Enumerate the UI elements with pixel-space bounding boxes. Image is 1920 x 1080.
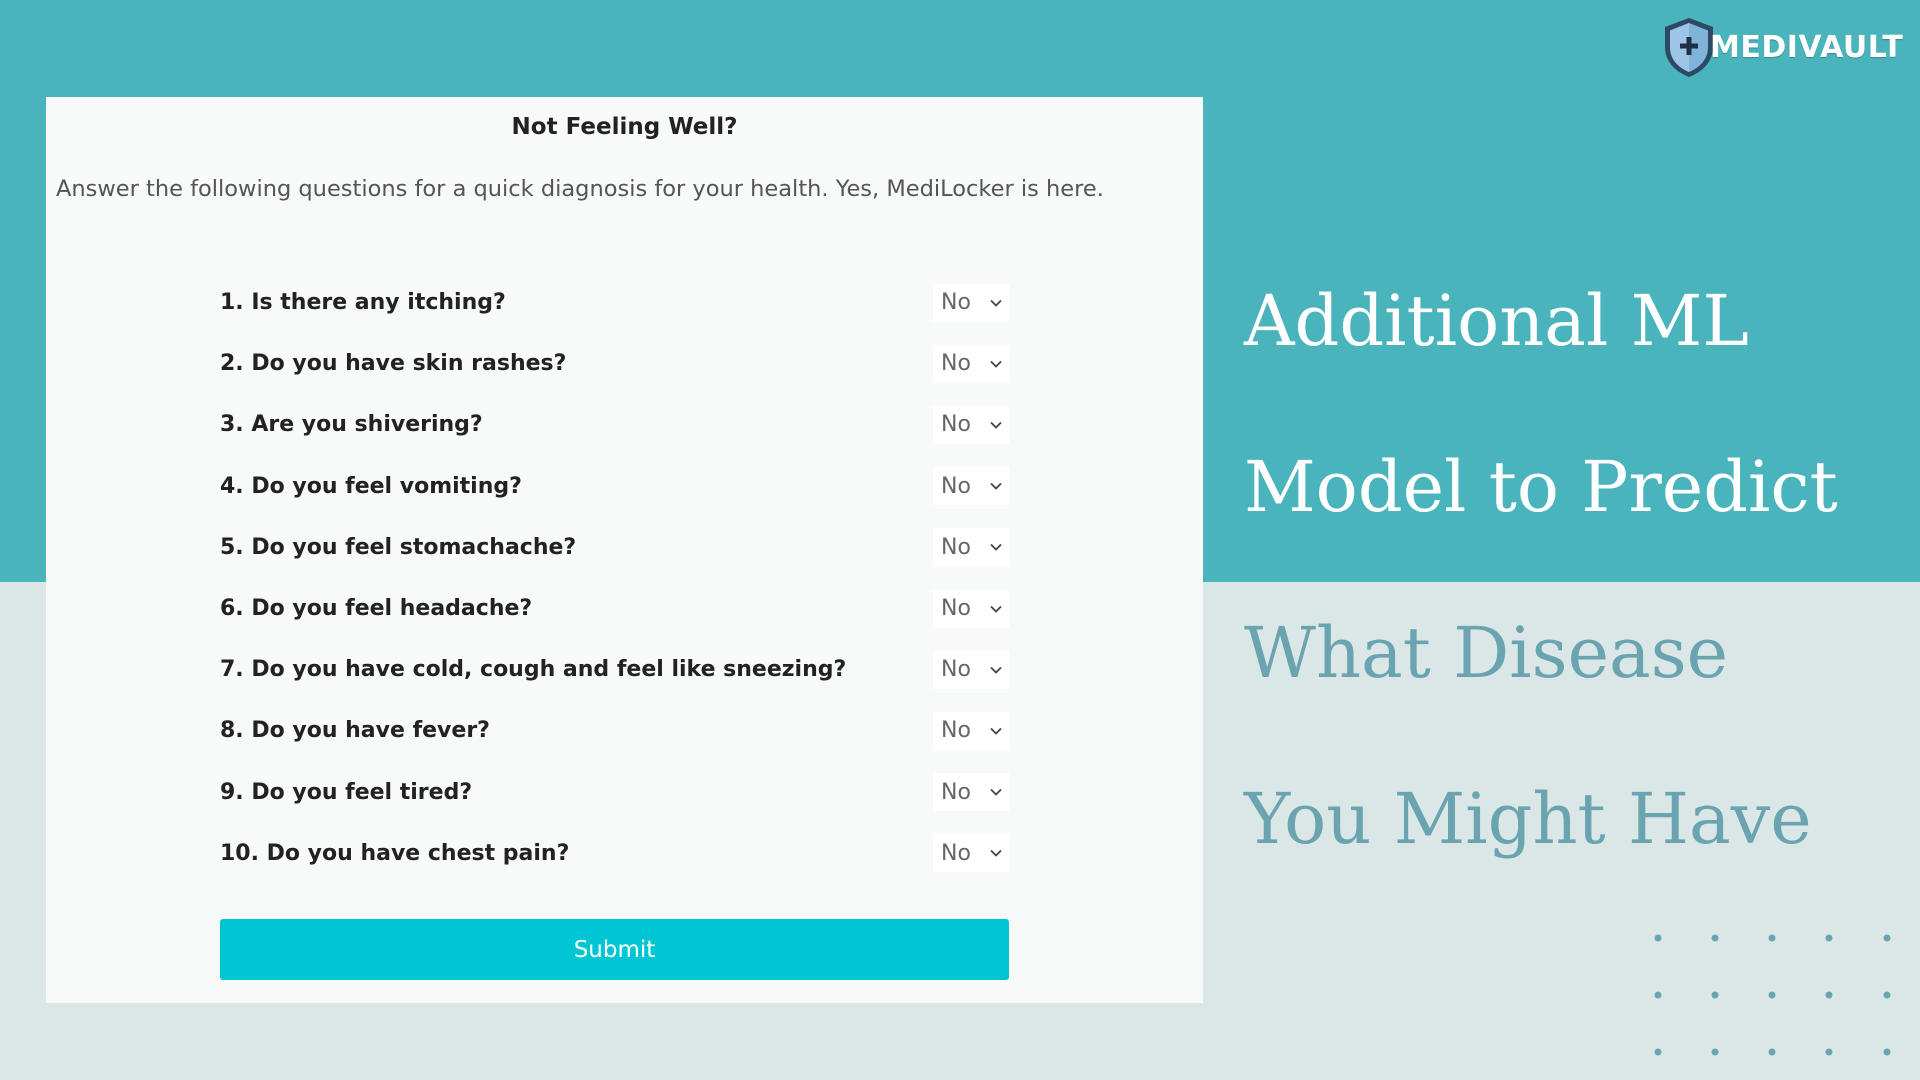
headline-line-1: Additional ML (1244, 280, 1749, 362)
question-row: 7. Do you have cold, cough and feel like… (220, 639, 1009, 700)
question-label: 10. Do you have chest pain? (220, 840, 570, 866)
decorative-dot-grid (1654, 934, 1891, 1056)
chevron-down-icon (990, 421, 1002, 429)
answer-select[interactable]: No (933, 711, 1009, 750)
answer-select-value: No (941, 412, 971, 438)
answer-select-value: No (941, 779, 971, 805)
headline-line-2: Model to Predict (1244, 446, 1838, 528)
brand-name: MEDIVAULT (1710, 29, 1904, 65)
question-row: 10. Do you have chest pain? No (220, 823, 1009, 884)
question-label: 6. Do you feel headache? (220, 596, 533, 622)
form-title: Not Feeling Well? (511, 114, 738, 140)
chevron-down-icon (990, 483, 1002, 490)
headline-line-3: What Disease (1244, 612, 1729, 694)
answer-select[interactable]: No (933, 344, 1009, 383)
chevron-down-icon (990, 666, 1002, 674)
question-label: 2. Do you have skin rashes? (220, 351, 567, 377)
chevron-down-icon (990, 299, 1002, 307)
headline-line-4: You Might Have (1244, 778, 1812, 860)
answer-select-value: No (941, 596, 971, 622)
answer-select[interactable]: No (933, 589, 1009, 628)
question-label: 7. Do you have cold, cough and feel like… (220, 657, 847, 683)
diagnosis-form-card: Not Feeling Well? Answer the following q… (46, 97, 1203, 1003)
answer-select-value: No (941, 657, 971, 683)
question-row: 4. Do you feel vomiting? No (220, 456, 1009, 517)
question-row: 2. Do you have skin rashes? No (220, 333, 1009, 394)
question-row: 5. Do you feel stomachache? No (220, 517, 1009, 578)
brand-logo: MEDIVAULT (1660, 14, 1903, 80)
answer-select-value: No (941, 351, 971, 377)
form-subtitle: Answer the following questions for a qui… (56, 176, 1104, 202)
question-row: 1. Is there any itching? No (220, 272, 1009, 333)
question-row: 6. Do you feel headache? No (220, 578, 1009, 639)
answer-select-value: No (941, 473, 971, 499)
chevron-down-icon (990, 727, 1002, 735)
answer-select-value: No (941, 840, 971, 866)
chevron-down-icon (990, 850, 1002, 858)
question-list: 1. Is there any itching? No 2. Do you have… (220, 272, 1009, 884)
chevron-down-icon (990, 544, 1002, 552)
answer-select[interactable]: No (933, 528, 1009, 567)
chevron-down-icon (990, 788, 1002, 796)
answer-select[interactable]: No (933, 405, 1009, 444)
answer-select-value: No (941, 534, 971, 560)
question-row: 3. Are you shivering? No (220, 394, 1009, 455)
chevron-down-icon (990, 360, 1002, 368)
question-row: 8. Do you have fever? No (220, 700, 1009, 761)
answer-select-value: No (941, 718, 971, 744)
answer-select[interactable]: No (933, 283, 1009, 322)
answer-select[interactable]: No (933, 467, 1009, 506)
answer-select[interactable]: No (933, 834, 1009, 873)
answer-select-value: No (941, 290, 971, 316)
question-label: 5. Do you feel stomachache? (220, 534, 577, 560)
question-row: 9. Do you feel tired? No (220, 762, 1009, 823)
question-label: 8. Do you have fever? (220, 718, 490, 744)
question-label: 9. Do you feel tired? (220, 779, 473, 805)
question-label: 3. Are you shivering? (220, 412, 483, 438)
answer-select[interactable]: No (933, 650, 1009, 689)
chevron-down-icon (990, 605, 1002, 613)
question-label: 1. Is there any itching? (220, 290, 506, 316)
answer-select[interactable]: No (933, 773, 1009, 812)
question-label: 4. Do you feel vomiting? (220, 473, 522, 499)
submit-button[interactable]: Submit (220, 919, 1009, 980)
